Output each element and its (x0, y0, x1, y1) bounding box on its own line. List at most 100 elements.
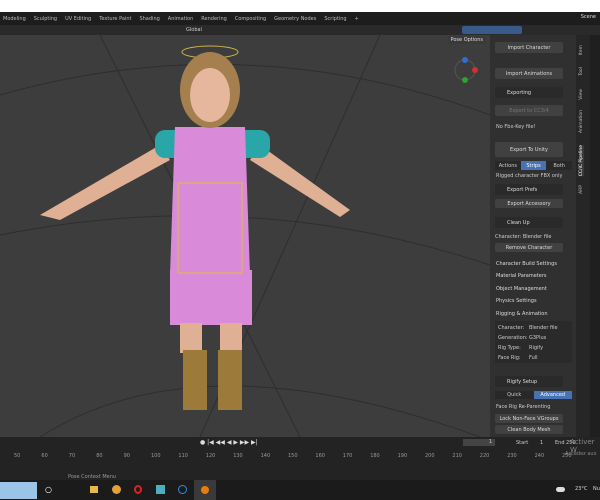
overalls (170, 127, 250, 275)
section-material[interactable]: Material Parameters (496, 273, 547, 279)
workspace-tab[interactable]: UV Editing (65, 16, 91, 22)
frame-tick: 130 (233, 453, 243, 459)
chrome-icon[interactable] (112, 485, 121, 494)
right-leg (220, 323, 242, 353)
tab-item[interactable]: Item (579, 45, 584, 55)
workspace-tab[interactable]: Sculpting (34, 16, 57, 22)
info-value: Full (529, 355, 538, 361)
orientation-dropdown[interactable]: Global (186, 27, 202, 33)
tab-arp[interactable]: ARP (579, 185, 584, 194)
clean-body-mesh-button[interactable]: Clean Body Mesh (495, 425, 563, 434)
tab-tool[interactable]: Tool (579, 67, 584, 76)
frame-tick: 200 (425, 453, 435, 459)
character-scene (0, 35, 490, 437)
info-key: Rig Type: (498, 345, 521, 351)
workspace-tab[interactable]: Modeling (3, 16, 26, 22)
frame-tick: 160 (315, 453, 325, 459)
frame-tick: 140 (260, 453, 271, 459)
section-object-management[interactable]: Object Management (496, 286, 547, 292)
right-boot (218, 350, 242, 410)
start-label: Start (516, 440, 529, 446)
export-accessory-button[interactable]: Export Accessory (495, 199, 563, 208)
start-field[interactable]: 1 (540, 440, 543, 446)
weather-text: Nu (593, 486, 600, 492)
rigged-fbx-checkbox[interactable]: Rigged character FBX only (496, 173, 562, 179)
info-value: Blender file (529, 325, 558, 331)
sidebar-tabs: Item Tool View Animation CC/iC Pipeline … (576, 35, 590, 437)
search-icon[interactable]: ○ (45, 485, 52, 494)
blender-taskbar-icon[interactable] (194, 480, 216, 500)
tab-quick[interactable]: Quick (495, 391, 534, 399)
remove-character-button[interactable]: Remove Character (495, 243, 563, 252)
rig-info-box: Character: Blender file Generation: G3Plus… (495, 321, 572, 363)
left-arm (40, 145, 170, 220)
lock-non-face-button[interactable]: Lock Non-Face VGroups (495, 414, 563, 423)
current-frame-field[interactable]: 1 (463, 439, 495, 446)
workspace-tab[interactable]: Shading (139, 16, 159, 22)
frame-tick: 170 (342, 453, 353, 459)
file-explorer-icon[interactable] (90, 486, 98, 493)
frame-tick: 250 (562, 453, 572, 459)
tab-advanced[interactable]: Advanced (533, 391, 572, 399)
info-value: Rigify (529, 345, 544, 351)
info-value: G3Plus (529, 335, 547, 341)
import-character-button[interactable]: Import Character (495, 42, 563, 53)
tab-view[interactable]: View (579, 89, 584, 100)
workspace-tab[interactable]: Scripting (324, 16, 346, 22)
viewport-header: Global (0, 25, 600, 35)
info-key: Generation: (498, 335, 528, 341)
tab-animation[interactable]: Animation (579, 110, 584, 133)
frame-tick: 220 (479, 453, 490, 459)
section-physics[interactable]: Physics Settings (496, 298, 537, 304)
clean-up-header[interactable]: Clean Up (495, 217, 563, 228)
shorts (170, 270, 252, 325)
cc-pipeline-panel: Import Character Import Animations Expor… (490, 35, 576, 437)
workspace-tab[interactable]: Geometry Nodes (274, 16, 316, 22)
app-c-icon[interactable] (178, 485, 187, 494)
info-key: Character: (498, 325, 525, 331)
left-leg (180, 323, 202, 353)
pose-options-dropdown[interactable]: Pose Options (447, 36, 486, 44)
workspace-tab[interactable]: Compositing (235, 16, 266, 22)
section-rigging[interactable]: Rigging & Animation (496, 311, 548, 317)
frame-tick: 120 (205, 453, 216, 459)
face (190, 68, 230, 122)
tab-strips[interactable]: Strips (520, 161, 547, 170)
frame-tick: 180 (370, 453, 380, 459)
playback-controls[interactable]: ● |◀ ◀◀ ◀ ▶ ▶▶ ▶| (200, 439, 258, 446)
3d-viewport[interactable]: Pose Options (0, 35, 490, 437)
end-label: End (555, 440, 565, 446)
workspace-tab[interactable]: Animation (168, 16, 194, 22)
export-prefs-toggle[interactable]: Export Prefs (495, 184, 563, 195)
frame-tick: 210 (452, 453, 462, 459)
import-animations-button[interactable]: Import Animations (495, 68, 563, 79)
properties-icon-column (590, 35, 600, 437)
export-to-unity-button[interactable]: Export To Unity (495, 142, 563, 157)
workspace-tab[interactable]: + (355, 16, 359, 22)
frame-tick: 190 (397, 453, 408, 459)
tab-actions[interactable]: Actions (495, 161, 521, 170)
windows-taskbar: ○ 23°C Nu (0, 480, 600, 500)
exporting-header[interactable]: Exporting (495, 87, 563, 98)
workspace-tab[interactable]: Texture Paint (99, 16, 131, 22)
mode-tabs: Actions Strips Both (495, 161, 572, 170)
section-character-build[interactable]: Character Build Settings (496, 261, 557, 267)
timeline[interactable]: ● |◀ ◀◀ ◀ ▶ ▶▶ ▶| 1 Start 1 End 250 Acti… (0, 437, 600, 480)
frame-tick: 80 (96, 453, 103, 459)
frame-tick: 50 (14, 453, 21, 459)
export-cc34-button[interactable]: Export to CC3/4 (495, 105, 563, 116)
tab-cc-pipeline[interactable]: CC/iC Pipeline (579, 145, 584, 177)
opera-icon[interactable] (134, 485, 142, 494)
frame-tick: 70 (68, 453, 76, 459)
rigify-setup-header[interactable]: Rigify Setup (495, 376, 563, 387)
workspace-tab[interactable]: Rendering (201, 16, 227, 22)
shading-buttons[interactable] (462, 26, 522, 34)
scene-selector[interactable]: Scene (581, 14, 596, 20)
no-fbx-key-warning: No Fbx-Key file! (496, 124, 536, 130)
tab-both[interactable]: Both (546, 161, 572, 170)
face-rig-reparenting-checkbox[interactable]: Face Rig Re-Parenting (496, 404, 550, 410)
info-key: Face Rig: (498, 355, 521, 361)
wallpaper-thumbnail[interactable] (0, 482, 37, 499)
app-m-icon[interactable] (156, 485, 165, 494)
frame-tick: 150 (288, 453, 298, 459)
